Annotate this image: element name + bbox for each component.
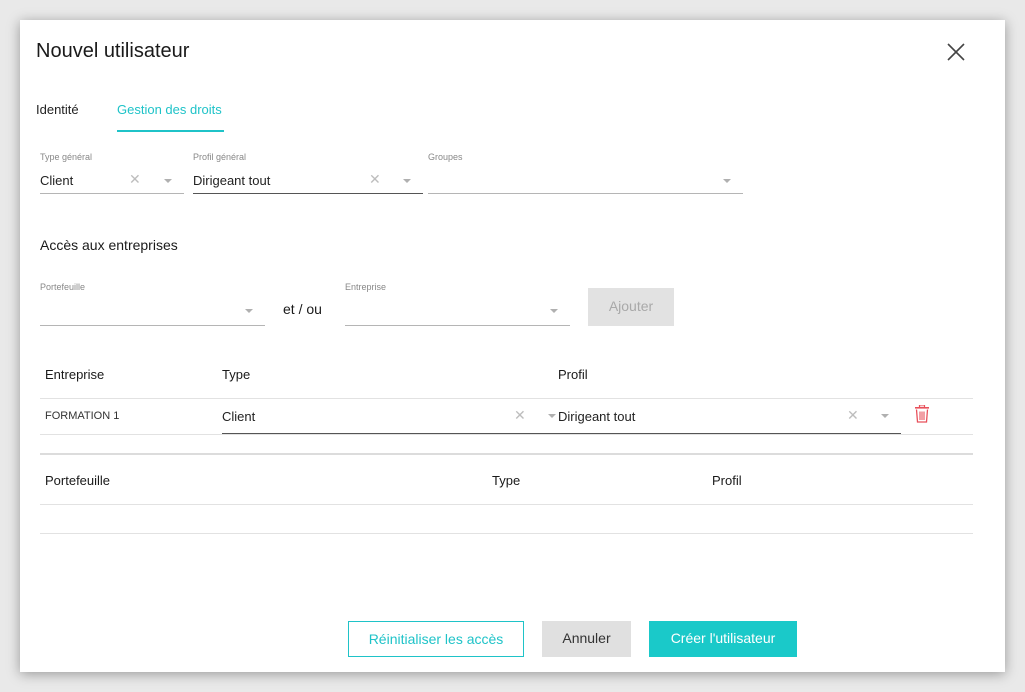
clear-icon[interactable]: ✕: [514, 407, 526, 424]
chevron-down-icon[interactable]: [245, 309, 253, 313]
company-select[interactable]: Entreprise: [345, 282, 570, 326]
chevron-down-icon[interactable]: [550, 309, 558, 313]
modal-title: Nouvel utilisateur: [36, 40, 190, 62]
portfolio-label: Portefeuille: [40, 282, 86, 292]
general-profile-label: Profil général: [193, 152, 247, 162]
divider: [40, 533, 973, 534]
chevron-down-icon[interactable]: [881, 414, 889, 418]
close-icon[interactable]: [944, 40, 968, 64]
divider: [40, 434, 973, 435]
tab-identite[interactable]: Identité: [36, 102, 79, 117]
column-header-profile: Profil: [712, 473, 742, 488]
divider: [40, 453, 973, 455]
active-tab-indicator: [117, 130, 224, 132]
clear-icon[interactable]: ✕: [369, 171, 381, 188]
row-company: FORMATION 1: [45, 410, 120, 422]
table-row: FORMATION 1 Client ✕ Dirigeant tout ✕: [40, 398, 973, 434]
delete-icon[interactable]: [914, 404, 930, 423]
column-header-profile: Profil: [558, 367, 588, 382]
column-header-type: Type: [222, 367, 251, 382]
column-header-type: Type: [492, 473, 521, 488]
row-profile-select[interactable]: Dirigeant tout ✕: [558, 398, 901, 434]
chevron-down-icon[interactable]: [403, 179, 411, 183]
cancel-button[interactable]: Annuler: [542, 621, 631, 657]
row-type-value: Client: [222, 409, 256, 424]
general-type-label: Type général: [40, 152, 93, 162]
general-profile-select[interactable]: Profil général Dirigeant tout ✕: [193, 152, 423, 194]
reset-access-button[interactable]: Réinitialiser les accès: [348, 621, 524, 657]
add-button[interactable]: Ajouter: [588, 288, 674, 326]
row-type-select[interactable]: Client ✕: [222, 398, 568, 434]
chevron-down-icon[interactable]: [723, 179, 731, 183]
chevron-down-icon[interactable]: [164, 179, 172, 183]
and-or-connector: et / ou: [283, 301, 322, 317]
clear-icon[interactable]: ✕: [847, 407, 859, 424]
tab-gestion-des-droits[interactable]: Gestion des droits: [117, 102, 222, 117]
general-profile-value: Dirigeant tout: [193, 173, 271, 188]
clear-icon[interactable]: ✕: [129, 171, 141, 188]
column-header-company: Entreprise: [45, 367, 105, 382]
groups-select[interactable]: Groupes: [428, 152, 743, 194]
row-profile-value: Dirigeant tout: [558, 409, 636, 424]
divider: [40, 504, 973, 505]
groups-label: Groupes: [428, 152, 463, 162]
access-section-title: Accès aux entreprises: [40, 237, 178, 253]
create-user-button[interactable]: Créer l'utilisateur: [649, 621, 797, 657]
new-user-modal: Nouvel utilisateur Identité Gestion des …: [20, 20, 1005, 672]
column-header-portfolio: Portefeuille: [45, 473, 111, 488]
general-type-value: Client: [40, 173, 74, 188]
chevron-down-icon[interactable]: [548, 414, 556, 418]
portfolio-select[interactable]: Portefeuille: [40, 282, 265, 326]
general-type-select[interactable]: Type général Client ✕: [40, 152, 184, 194]
company-label: Entreprise: [345, 282, 387, 292]
